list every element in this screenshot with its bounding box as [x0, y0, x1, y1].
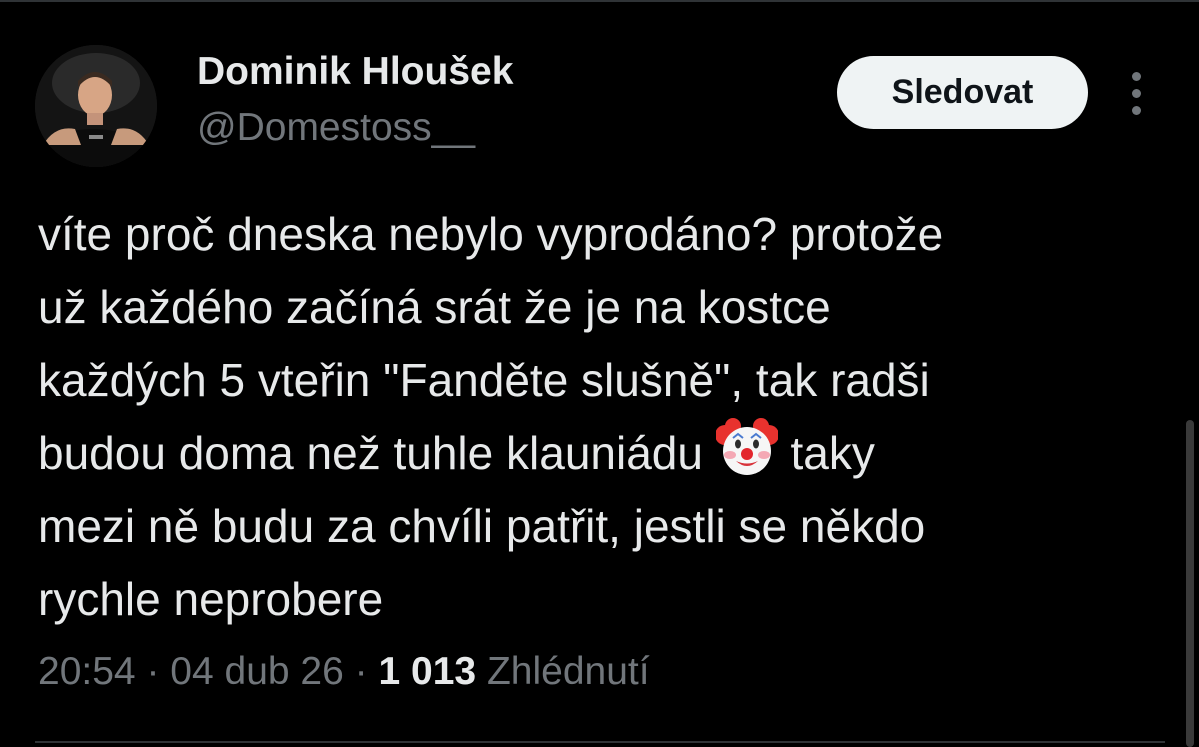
tweet-time[interactable]: 20:54 [38, 650, 136, 693]
tweet-text: víte proč dneska nebylo vyprodáno? proto… [38, 198, 1168, 636]
tweet-line-with-emoji: budou doma než tuhle klauniádu taky [38, 417, 1168, 490]
tweet-line: mezi ně budu za chvíli patřit, jestli se… [38, 500, 926, 552]
author-handle[interactable]: @Domestoss__ [197, 106, 475, 150]
ellipsis-dot [1132, 89, 1141, 98]
more-options-button[interactable] [1122, 68, 1154, 118]
tweet-date[interactable]: 04 dub 26 [170, 650, 344, 693]
author-avatar[interactable] [35, 45, 157, 167]
tweet-line: víte proč dneska nebylo vyprodáno? proto… [38, 208, 944, 260]
bottom-divider [35, 741, 1165, 743]
tweet-line: rychle neprobere [38, 573, 384, 625]
scrollbar[interactable] [1186, 420, 1194, 747]
author-display-name[interactable]: Dominik Hloušek [197, 50, 513, 94]
meta-separator: · [354, 650, 368, 693]
meta-separator: · [146, 650, 160, 693]
views-label: Zhlédnutí [486, 650, 650, 693]
tweet-line: každých 5 vteřin "Fanděte slušně", tak r… [38, 354, 930, 406]
clown-face-icon [715, 418, 778, 475]
tweet-line-segment: taky [790, 427, 875, 479]
views-count: 1 013 [378, 650, 477, 693]
tweet-metadata: 20:54 · 04 dub 26 · 1 013 Zhlédnutí [38, 650, 650, 694]
tweet-line-segment: budou doma než tuhle klauniádu [38, 427, 703, 479]
follow-button[interactable]: Sledovat [837, 56, 1088, 129]
tweet-line: už každého začíná srát že je na kostce [38, 281, 831, 333]
profile-photo-icon [35, 45, 157, 167]
top-divider [0, 0, 1199, 2]
vertical-ellipsis-icon [1132, 72, 1141, 81]
ellipsis-dot [1132, 106, 1141, 115]
